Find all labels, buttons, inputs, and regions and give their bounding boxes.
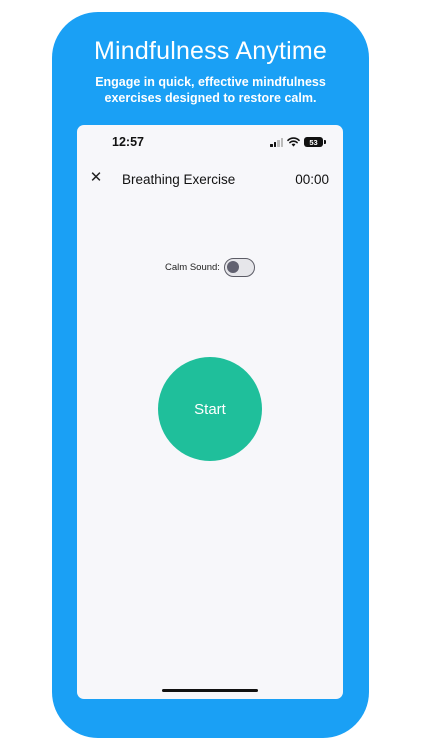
app-store-screenshot: Mindfulness Anytime Engage in quick, eff… — [0, 0, 422, 750]
calm-sound-toggle[interactable] — [223, 258, 255, 277]
calm-sound-label: Calm Sound: — [165, 262, 220, 273]
phone-screen: 12:57 53 ✕ Breathing Exercise 00:00 Calm… — [77, 125, 343, 699]
close-button[interactable]: ✕ — [87, 169, 105, 187]
wifi-icon — [287, 137, 300, 147]
exercise-timer: 00:00 — [295, 172, 329, 187]
battery-icon: 53 — [304, 137, 326, 147]
status-time: 12:57 — [112, 135, 144, 149]
close-icon: ✕ — [89, 169, 103, 186]
promo-headline: Mindfulness Anytime — [93, 37, 328, 65]
promo-subhead-line-2: exercises designed to restore calm. — [104, 91, 317, 105]
device-frame: Mindfulness Anytime Engage in quick, eff… — [52, 12, 369, 738]
cellular-signal-icon — [270, 137, 283, 147]
home-indicator[interactable] — [162, 689, 258, 692]
exercise-title: Breathing Exercise — [122, 172, 236, 187]
status-icons: 53 — [270, 136, 326, 148]
toggle-knob — [226, 261, 239, 273]
calm-sound-row: Calm Sound: — [77, 258, 343, 277]
promo-subhead: Engage in quick, effective mindfulness e… — [72, 74, 349, 106]
promo-subhead-line-1: Engage in quick, effective mindfulness — [95, 75, 326, 89]
start-button[interactable]: Start — [158, 357, 262, 461]
start-button-label: Start — [194, 400, 226, 418]
